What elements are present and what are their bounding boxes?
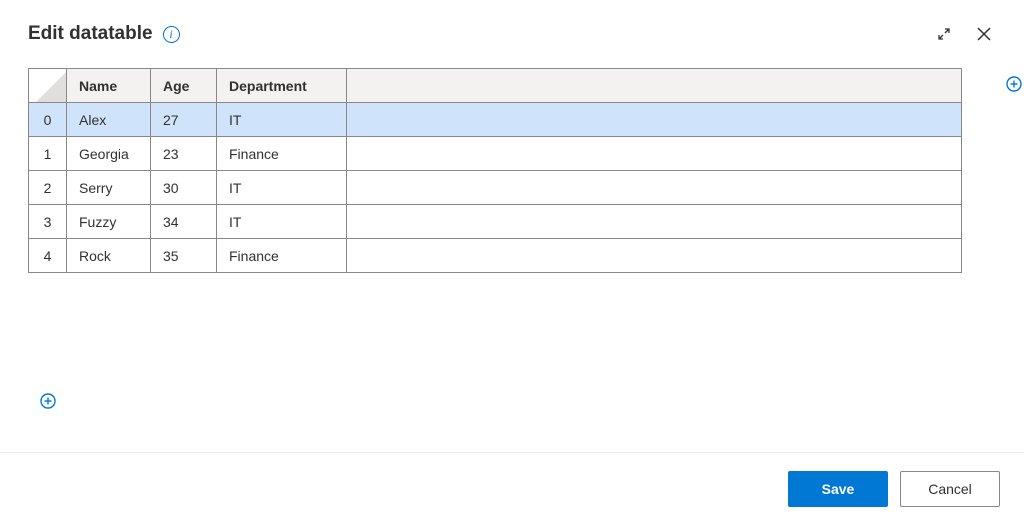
column-header-department[interactable]: Department	[217, 69, 347, 103]
cell-empty[interactable]	[347, 205, 962, 239]
table-row[interactable]: 3Fuzzy34IT	[29, 205, 962, 239]
cell-age[interactable]: 27	[151, 103, 217, 137]
dialog-title: Edit datatable	[28, 23, 153, 45]
column-header-age[interactable]: Age	[151, 69, 217, 103]
cell-age[interactable]: 34	[151, 205, 217, 239]
save-button[interactable]: Save	[788, 471, 888, 507]
cell-age[interactable]: 23	[151, 137, 217, 171]
table-row[interactable]: 0Alex27IT	[29, 103, 962, 137]
cell-empty[interactable]	[347, 239, 962, 273]
cell-name[interactable]: Alex	[67, 103, 151, 137]
column-header-name[interactable]: Name	[67, 69, 151, 103]
info-icon[interactable]: i	[163, 26, 180, 43]
edit-datatable-dialog: Edit datatable i Name	[0, 0, 1024, 525]
cell-name[interactable]: Serry	[67, 171, 151, 205]
datatable[interactable]: Name Age Department 0Alex27IT1Georgia23F…	[28, 68, 962, 273]
row-index[interactable]: 3	[29, 205, 67, 239]
expand-icon[interactable]	[928, 18, 960, 50]
close-icon[interactable]	[968, 18, 1000, 50]
cell-department[interactable]: Finance	[217, 239, 347, 273]
cell-empty[interactable]	[347, 137, 962, 171]
cell-department[interactable]: IT	[217, 171, 347, 205]
dialog-body: Name Age Department 0Alex27IT1Georgia23F…	[0, 58, 1024, 452]
cell-age[interactable]: 35	[151, 239, 217, 273]
cell-empty[interactable]	[347, 171, 962, 205]
add-column-button[interactable]	[1006, 76, 1022, 95]
table-row[interactable]: 2Serry30IT	[29, 171, 962, 205]
table-row[interactable]: 4Rock35Finance	[29, 239, 962, 273]
column-header-empty[interactable]	[347, 69, 962, 103]
row-index[interactable]: 2	[29, 171, 67, 205]
cell-department[interactable]: IT	[217, 103, 347, 137]
cell-department[interactable]: Finance	[217, 137, 347, 171]
cancel-button[interactable]: Cancel	[900, 471, 1000, 507]
cell-department[interactable]: IT	[217, 205, 347, 239]
dialog-header: Edit datatable i	[0, 0, 1024, 58]
add-row-button[interactable]	[40, 393, 56, 412]
dialog-footer: Save Cancel	[0, 453, 1024, 525]
row-index[interactable]: 0	[29, 103, 67, 137]
cell-name[interactable]: Rock	[67, 239, 151, 273]
row-index[interactable]: 1	[29, 137, 67, 171]
cell-age[interactable]: 30	[151, 171, 217, 205]
cell-name[interactable]: Georgia	[67, 137, 151, 171]
datatable-wrap: Name Age Department 0Alex27IT1Georgia23F…	[28, 68, 1000, 273]
select-all-corner[interactable]	[29, 69, 67, 103]
table-row[interactable]: 1Georgia23Finance	[29, 137, 962, 171]
cell-name[interactable]: Fuzzy	[67, 205, 151, 239]
row-index[interactable]: 4	[29, 239, 67, 273]
cell-empty[interactable]	[347, 103, 962, 137]
